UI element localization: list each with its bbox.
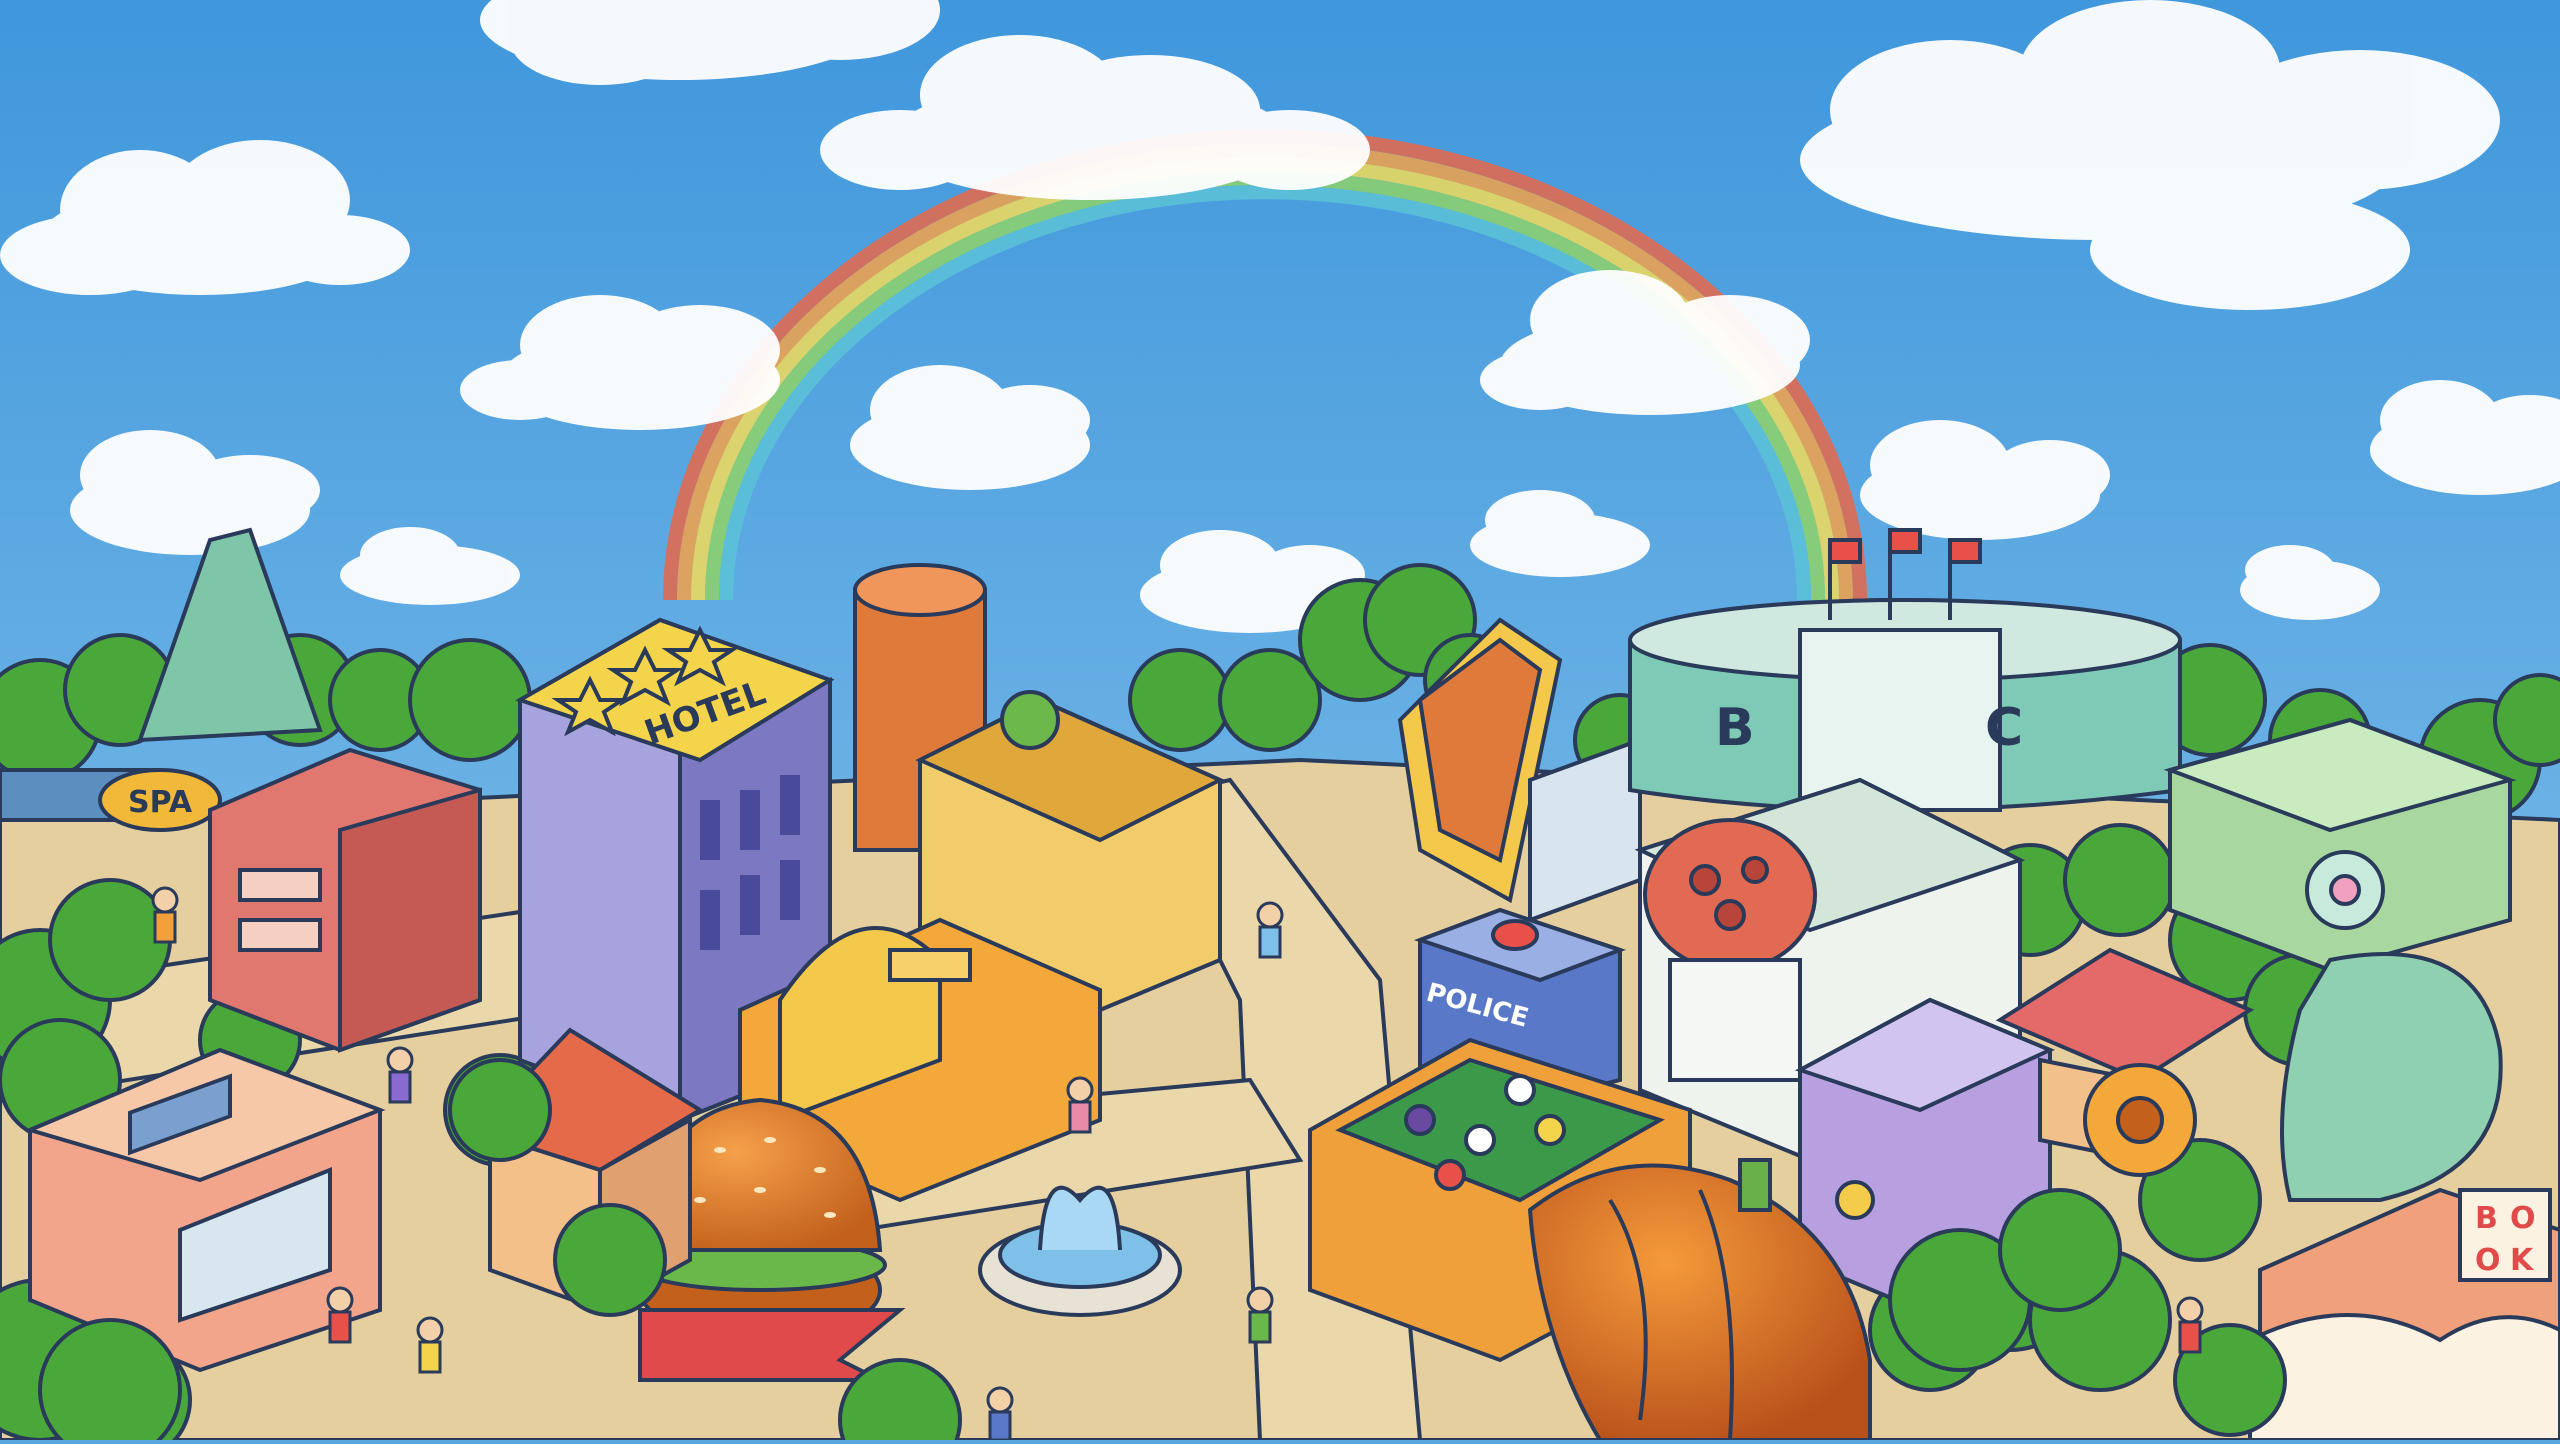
stadium-letter-c: C <box>1985 698 2023 758</box>
person <box>326 1286 354 1344</box>
person <box>1246 1286 1274 1344</box>
shelf-building <box>208 747 482 1053</box>
person <box>1256 901 1284 959</box>
book-sign-o1: O <box>2510 1201 2536 1236</box>
book-sign-o2: O <box>2475 1243 2501 1278</box>
book-sign-b: B <box>2475 1201 2498 1236</box>
spa-sign: SPA <box>128 785 193 820</box>
person <box>416 1316 444 1374</box>
person <box>986 1386 1014 1442</box>
book-sign-k: K <box>2510 1243 2535 1278</box>
town-illustration: SPA HOTEL B C POLICE B O O K <box>0 0 2560 1444</box>
person <box>2176 1296 2204 1354</box>
stadium-letter-b: B <box>1715 698 1755 758</box>
scene-svg: SPA HOTEL B C POLICE B O O K <box>0 0 2560 1444</box>
person <box>1066 1076 1094 1134</box>
cloud <box>2370 380 2560 495</box>
person <box>151 886 179 944</box>
person <box>386 1046 414 1104</box>
sunflower <box>2083 1063 2197 1177</box>
